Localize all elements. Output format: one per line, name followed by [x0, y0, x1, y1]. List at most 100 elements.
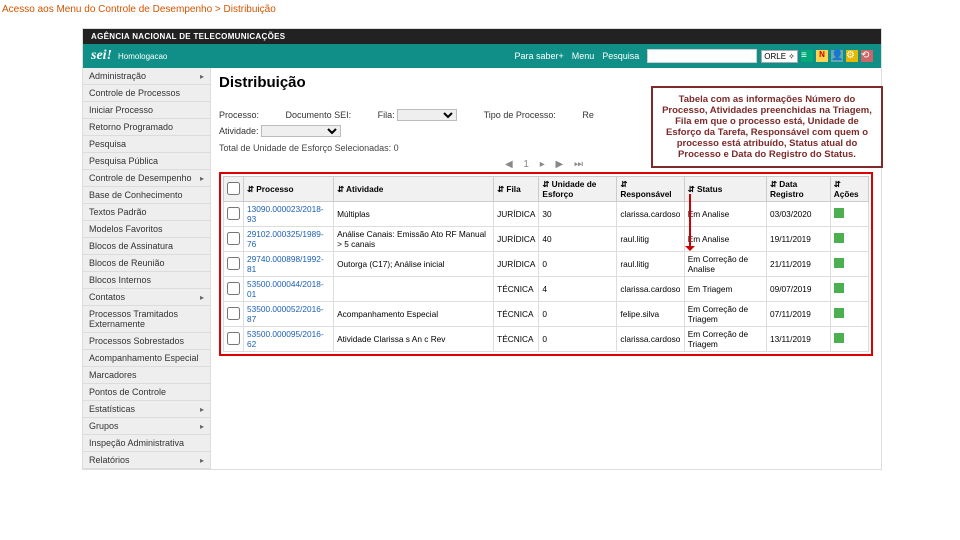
- sidebar-item[interactable]: Acompanhamento Especial: [83, 350, 210, 367]
- select-fila[interactable]: [397, 109, 457, 121]
- cell-resp: felipe.silva: [617, 302, 684, 327]
- col-header[interactable]: ⇵ Fila: [494, 177, 539, 202]
- select-atividade[interactable]: [261, 125, 341, 137]
- col-header[interactable]: ⇵ Data Registro: [767, 177, 831, 202]
- label-pesquisa: Pesquisa: [602, 51, 639, 61]
- sidebar-item[interactable]: Blocos Internos: [83, 272, 210, 289]
- cell-status: Em Analise: [684, 202, 766, 227]
- user-icon[interactable]: 👤: [831, 50, 843, 62]
- sidebar-item[interactable]: Base de Conhecimento: [83, 187, 210, 204]
- cell-status: Em Correção de Analise: [684, 252, 766, 277]
- cell-atividade: Outorga (C17); Análise inicial: [334, 252, 494, 277]
- col-header[interactable]: ⇵ Ações: [830, 177, 868, 202]
- sidebar-item[interactable]: Pesquisa: [83, 136, 210, 153]
- cell-ue: 40: [539, 227, 617, 252]
- sidebar-item[interactable]: Processos Sobrestados: [83, 333, 210, 350]
- sidebar-item[interactable]: Processos Tramitados Externamente: [83, 306, 210, 333]
- org-bar: AGÊNCIA NACIONAL DE TELECOMUNICAÇÕES: [83, 29, 881, 44]
- row-check[interactable]: [227, 257, 240, 270]
- sidebar-item[interactable]: Controle de Processos: [83, 85, 210, 102]
- new-icon[interactable]: N: [816, 50, 828, 62]
- main: Distribuição Tabela com as informações N…: [211, 68, 881, 469]
- callout-box: Tabela com as informações Número do Proc…: [651, 86, 883, 168]
- sidebar-item[interactable]: Retorno Programado: [83, 119, 210, 136]
- cell-acoes[interactable]: [830, 227, 868, 252]
- cell-resp: clarissa.cardoso: [617, 327, 684, 352]
- action-icon[interactable]: [834, 208, 844, 218]
- cell-processo[interactable]: 53500.000044/2018-01: [244, 277, 334, 302]
- sidebar-item[interactable]: Administração▸: [83, 68, 210, 85]
- sidebar-item[interactable]: Pesquisa Pública: [83, 153, 210, 170]
- sidebar-item[interactable]: Marcadores: [83, 367, 210, 384]
- col-header[interactable]: [224, 177, 244, 202]
- label-tipo: Tipo de Processo:: [484, 110, 556, 120]
- action-icon[interactable]: [834, 333, 844, 343]
- action-icon[interactable]: [834, 308, 844, 318]
- action-icon[interactable]: [834, 283, 844, 293]
- col-header[interactable]: ⇵ Unidade de Esforço: [539, 177, 617, 202]
- sidebar-item[interactable]: Blocos de Assinatura: [83, 238, 210, 255]
- table-highlight: ⇵ Processo⇵ Atividade⇵ Fila⇵ Unidade de …: [219, 172, 873, 356]
- sidebar-item[interactable]: Inspeção Administrativa: [83, 435, 210, 452]
- table-row: 53500.000095/2016-62Atividade Clarissa s…: [224, 327, 869, 352]
- exit-icon[interactable]: ⟲: [861, 50, 873, 62]
- sidebar-item[interactable]: Relatórios▸: [83, 452, 210, 469]
- cell-acoes[interactable]: [830, 252, 868, 277]
- label-fila: Fila:: [378, 110, 395, 120]
- row-check[interactable]: [227, 207, 240, 220]
- search-input[interactable]: [647, 49, 757, 63]
- label-processo: Processo:: [219, 110, 259, 120]
- cell-processo[interactable]: 53500.000095/2016-62: [244, 327, 334, 352]
- cell-acoes[interactable]: [830, 327, 868, 352]
- logo: sei!: [91, 48, 112, 64]
- cell-fila: TÉCNICA: [494, 302, 539, 327]
- cell-fila: TÉCNICA: [494, 277, 539, 302]
- row-check[interactable]: [227, 232, 240, 245]
- breadcrumb: Acesso aos Menu do Controle de Desempenh…: [0, 0, 960, 19]
- col-header[interactable]: ⇵ Responsável: [617, 177, 684, 202]
- cell-resp: clarissa.cardoso: [617, 277, 684, 302]
- data-table: ⇵ Processo⇵ Atividade⇵ Fila⇵ Unidade de …: [223, 176, 869, 352]
- cell-ue: 0: [539, 252, 617, 277]
- link-menu[interactable]: Menu: [572, 51, 595, 61]
- sidebar-item[interactable]: Iniciar Processo: [83, 102, 210, 119]
- sidebar-item[interactable]: Pontos de Controle: [83, 384, 210, 401]
- row-check[interactable]: [227, 332, 240, 345]
- unit-select[interactable]: ORLE ✧: [761, 50, 798, 63]
- sidebar-item[interactable]: Grupos▸: [83, 418, 210, 435]
- action-icon[interactable]: [834, 258, 844, 268]
- sidebar: Administração▸Controle de ProcessosInici…: [83, 68, 211, 469]
- cell-data: 07/11/2019: [767, 302, 831, 327]
- table-row: 53500.000044/2018-01 TÉCNICA4clarissa.car…: [224, 277, 869, 302]
- cell-acoes[interactable]: [830, 277, 868, 302]
- link-saber[interactable]: Para saber+: [514, 51, 563, 61]
- sidebar-item[interactable]: Modelos Favoritos: [83, 221, 210, 238]
- row-check[interactable]: [227, 282, 240, 295]
- cell-processo[interactable]: 13090.000023/2018-93: [244, 202, 334, 227]
- cell-processo[interactable]: 29740.000898/1992-81: [244, 252, 334, 277]
- cell-processo[interactable]: 53500.000052/2016-87: [244, 302, 334, 327]
- cell-fila: TÉCNICA: [494, 327, 539, 352]
- cell-atividade: Acompanhamento Especial: [334, 302, 494, 327]
- col-header[interactable]: ⇵ Processo: [244, 177, 334, 202]
- row-check[interactable]: [227, 307, 240, 320]
- sidebar-item[interactable]: Controle de Desempenho▸: [83, 170, 210, 187]
- sidebar-item[interactable]: Textos Padrão: [83, 204, 210, 221]
- menu-icon[interactable]: ≡: [801, 50, 813, 62]
- env-label: Homologacao: [118, 52, 167, 61]
- cell-acoes[interactable]: [830, 302, 868, 327]
- cell-processo[interactable]: 29102.000325/1989-76: [244, 227, 334, 252]
- sidebar-item[interactable]: Estatísticas▸: [83, 401, 210, 418]
- cell-fila: JURÍDICA: [494, 252, 539, 277]
- cell-ue: 4: [539, 277, 617, 302]
- cell-ue: 0: [539, 327, 617, 352]
- sidebar-item[interactable]: Contatos▸: [83, 289, 210, 306]
- sidebar-item[interactable]: Blocos de Reunião: [83, 255, 210, 272]
- action-icon[interactable]: [834, 233, 844, 243]
- cell-acoes[interactable]: [830, 202, 868, 227]
- app-frame: AGÊNCIA NACIONAL DE TELECOMUNICAÇÕES sei…: [82, 28, 882, 470]
- select-all[interactable]: [227, 182, 240, 195]
- col-header[interactable]: ⇵ Atividade: [334, 177, 494, 202]
- col-header[interactable]: ⇵ Status: [684, 177, 766, 202]
- config-icon[interactable]: ⚙: [846, 50, 858, 62]
